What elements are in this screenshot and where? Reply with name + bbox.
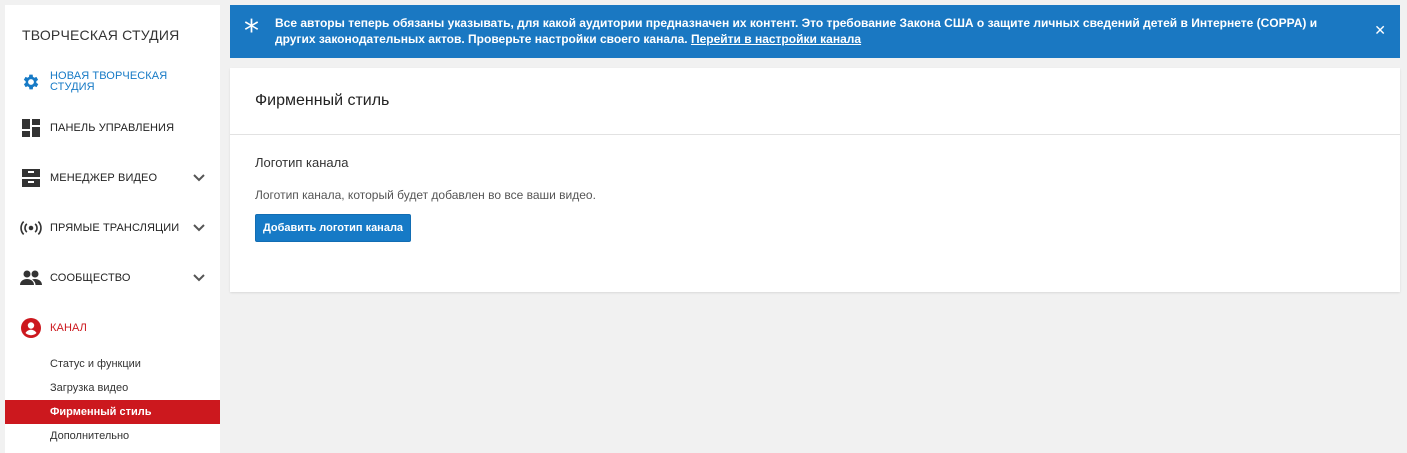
nav-label-live: ПРЯМЫЕ ТРАНСЛЯЦИИ bbox=[50, 221, 180, 234]
banner-text-block: Все авторы теперь обязаны указывать, для… bbox=[275, 15, 1355, 47]
chevron-down-icon[interactable] bbox=[192, 171, 206, 185]
nav-item-community[interactable]: СООБЩЕСТВО bbox=[5, 258, 220, 298]
nav-item-live[interactable]: ПРЯМЫЕ ТРАНСЛЯЦИИ bbox=[5, 208, 220, 248]
nav-item-channel[interactable]: КАНАЛ bbox=[5, 308, 220, 348]
live-broadcast-icon bbox=[20, 217, 42, 239]
section-description: Логотип канала, который будет добавлен в… bbox=[255, 188, 596, 202]
nav-label-community: СООБЩЕСТВО bbox=[50, 271, 131, 284]
video-manager-icon bbox=[20, 167, 42, 189]
nav-item-video-manager[interactable]: МЕНЕДЖЕР ВИДЕО bbox=[5, 158, 220, 198]
card-header: Фирменный стиль bbox=[230, 68, 1400, 135]
community-icon bbox=[20, 267, 42, 289]
section-title: Логотип канала bbox=[255, 155, 349, 170]
branding-card: Фирменный стиль Логотип канала Логотип к… bbox=[230, 68, 1400, 292]
dashboard-icon bbox=[20, 117, 42, 139]
subitem-branding[interactable]: Фирменный стиль bbox=[5, 400, 220, 424]
subitem-advanced[interactable]: Дополнительно bbox=[5, 424, 220, 448]
nav-item-dashboard[interactable]: ПАНЕЛЬ УПРАВЛЕНИЯ bbox=[5, 108, 220, 148]
channel-icon bbox=[20, 317, 42, 339]
nav-label-video-manager: МЕНЕДЖЕР ВИДЕО bbox=[50, 171, 158, 184]
sidebar: ТВОРЧЕСКАЯ СТУДИЯ НОВАЯ ТВОРЧЕСКАЯ СТУДИ… bbox=[5, 5, 220, 453]
subitem-status[interactable]: Статус и функции bbox=[5, 352, 220, 376]
chevron-down-icon[interactable] bbox=[192, 221, 206, 235]
chevron-down-icon[interactable] bbox=[192, 271, 206, 285]
nav-label-dashboard: ПАНЕЛЬ УПРАВЛЕНИЯ bbox=[50, 121, 175, 134]
nav-item-new-studio[interactable]: НОВАЯ ТВОРЧЕСКАЯ СТУДИЯ bbox=[5, 62, 220, 102]
coppa-banner: * Все авторы теперь обязаны указывать, д… bbox=[230, 5, 1400, 58]
gear-icon bbox=[20, 71, 42, 93]
asterisk-icon: * bbox=[244, 14, 259, 49]
nav-label-channel: КАНАЛ bbox=[50, 321, 87, 334]
sidebar-title: ТВОРЧЕСКАЯ СТУДИЯ bbox=[22, 27, 180, 43]
subitem-upload[interactable]: Загрузка видео bbox=[5, 376, 220, 400]
nav-label-new-studio: НОВАЯ ТВОРЧЕСКАЯ СТУДИЯ bbox=[50, 70, 168, 93]
banner-settings-link[interactable]: Перейти в настройки канала bbox=[691, 32, 861, 46]
add-logo-button[interactable]: Добавить логотип канала bbox=[255, 214, 411, 242]
close-icon[interactable]: ✕ bbox=[1374, 24, 1386, 38]
page-title: Фирменный стиль bbox=[255, 92, 390, 109]
